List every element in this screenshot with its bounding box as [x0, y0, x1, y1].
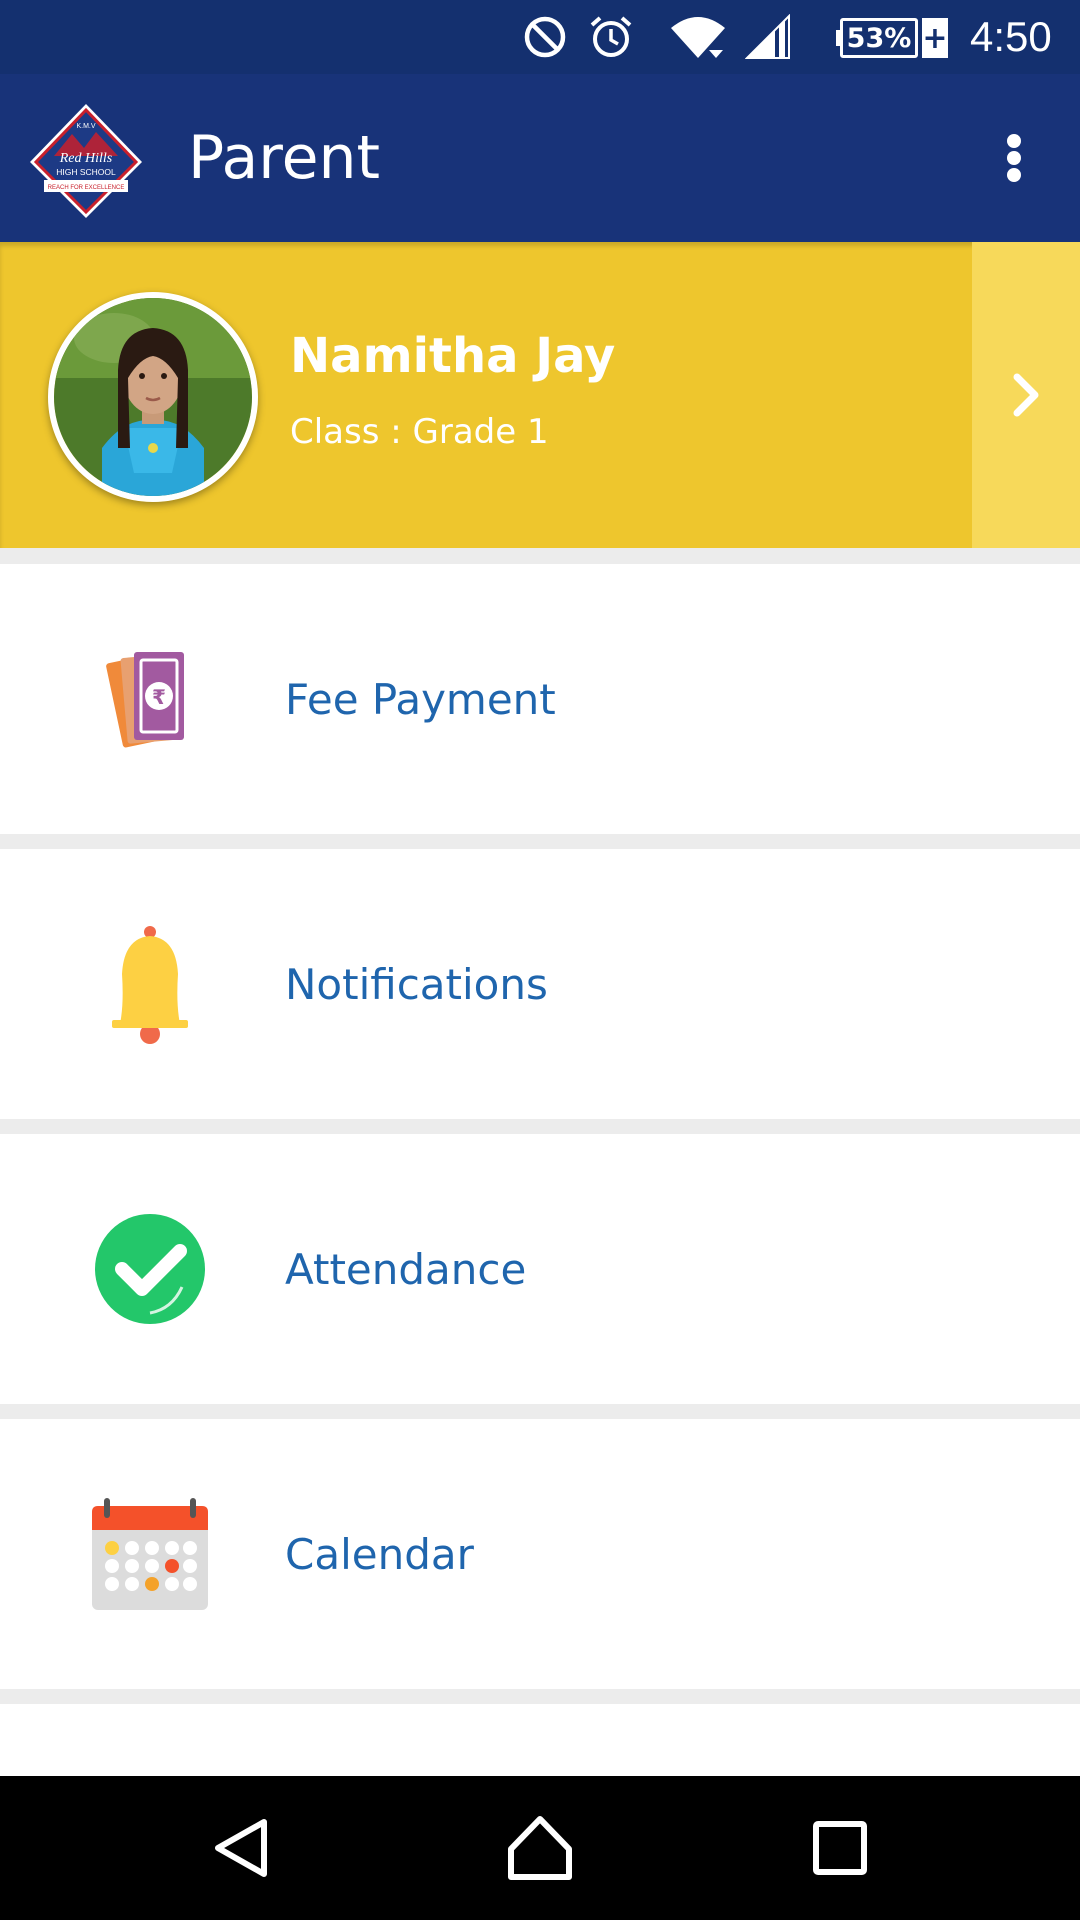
back-icon[interactable]	[192, 1802, 292, 1894]
logo-subtitle: HIGH SCHOOL	[56, 167, 116, 177]
menu-item-label: Attendance	[285, 1244, 527, 1294]
school-logo: K.M.V Red Hills HIGH SCHOOL REACH FOR EX…	[26, 100, 146, 220]
system-nav-bar	[0, 1776, 1080, 1920]
menu-item-notifications[interactable]: Notifications	[0, 849, 1080, 1119]
status-bar: 53% + 4:50	[0, 0, 1080, 74]
recents-icon[interactable]	[790, 1802, 890, 1894]
check-circle-icon	[80, 1209, 220, 1329]
cell-signal-icon	[744, 0, 792, 74]
rupee-money-icon: ₹	[80, 639, 220, 759]
app-bar: K.M.V Red Hills HIGH SCHOOL REACH FOR EX…	[0, 74, 1080, 242]
logo-tagline: REACH FOR EXCELLENCE	[48, 185, 125, 191]
student-card[interactable]: Namitha Jay Class : Grade 1	[0, 242, 1080, 548]
menu-item-label: Fee Payment	[285, 674, 556, 724]
bell-icon	[80, 924, 220, 1044]
menu-item-partial[interactable]	[0, 1704, 1080, 1776]
more-vert-icon[interactable]	[990, 126, 1038, 190]
student-class: Class : Grade 1	[290, 412, 549, 452]
home-icon[interactable]	[490, 1802, 590, 1894]
menu-item-attendance[interactable]: Attendance	[0, 1134, 1080, 1404]
student-name: Namitha Jay	[290, 328, 616, 384]
svg-text:₹: ₹	[152, 685, 166, 709]
menu-item-label: Calendar	[285, 1529, 474, 1579]
wifi-icon	[668, 0, 728, 74]
battery-percent: 53%	[840, 18, 918, 58]
logo-top-text: K.M.V	[76, 123, 95, 130]
logo-name: Red Hills	[59, 151, 113, 166]
do-not-disturb-icon	[520, 0, 570, 74]
battery-icon: 53% +	[836, 18, 948, 58]
clock: 4:50	[970, 13, 1052, 60]
page-title: Parent	[188, 123, 381, 193]
menu-item-fee-payment[interactable]: ₹ Fee Payment	[0, 564, 1080, 834]
alarm-icon	[586, 0, 636, 74]
menu-item-calendar[interactable]: Calendar	[0, 1419, 1080, 1689]
calendar-icon	[80, 1494, 220, 1614]
student-avatar	[48, 292, 258, 502]
chevron-right-icon[interactable]	[972, 242, 1080, 548]
charging-plus: +	[922, 18, 948, 58]
menu-item-label: Notifications	[285, 959, 548, 1009]
